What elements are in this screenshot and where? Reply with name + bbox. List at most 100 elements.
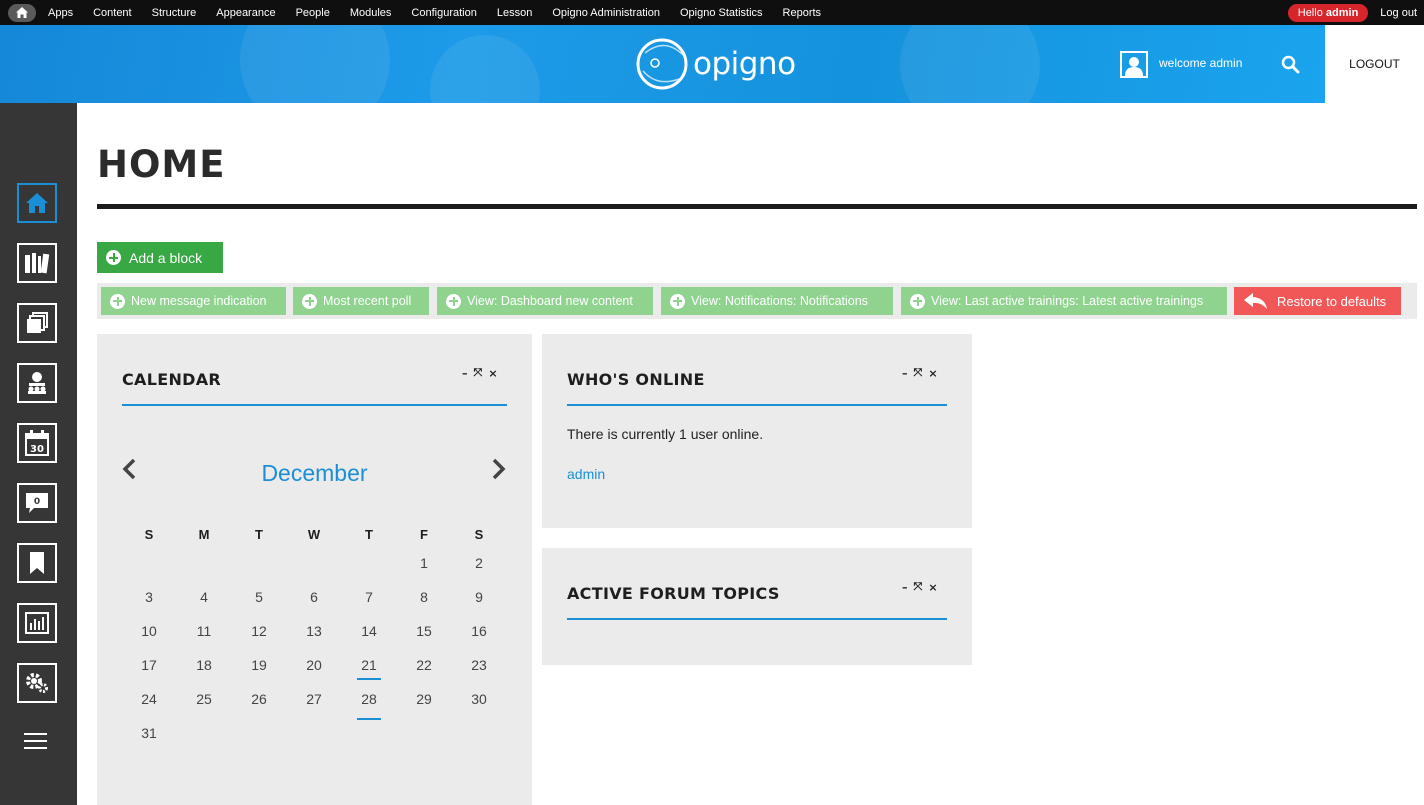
calendar-day[interactable]: 23	[464, 657, 494, 673]
panel-controls: – ⤧ ×	[462, 366, 498, 380]
calendar-day[interactable]: 8	[409, 589, 439, 605]
calendar-day[interactable]: 3	[134, 589, 164, 605]
weekday-header: S	[474, 527, 484, 542]
expand-icon[interactable]: ⤧	[474, 366, 483, 380]
weekday-header: T	[255, 527, 263, 542]
hello-prefix: Hello	[1297, 6, 1323, 19]
expand-icon[interactable]: ⤧	[914, 580, 923, 594]
user-avatar[interactable]	[1120, 51, 1148, 78]
calendar-day[interactable]: 9	[464, 589, 494, 605]
block-new-message-indication[interactable]: New message indication	[101, 287, 286, 315]
site-logo[interactable]: opigno	[635, 37, 796, 91]
expand-icon[interactable]: ⤧	[914, 366, 923, 380]
calendar-day[interactable]: 15	[409, 623, 439, 639]
home-icon	[26, 193, 48, 213]
calendar-day[interactable]: 16	[464, 623, 494, 639]
toolbar-structure[interactable]: Structure	[152, 7, 197, 19]
close-icon[interactable]: ×	[488, 367, 497, 380]
toolbar-apps[interactable]: Apps	[48, 7, 73, 19]
add-block-button[interactable]: Add a block	[97, 242, 223, 273]
restore-label: Restore to defaults	[1277, 293, 1387, 309]
block-notifications[interactable]: View: Notifications: Notifications	[661, 287, 893, 315]
toolbar-opigno-administration[interactable]: Opigno Administration	[552, 7, 660, 19]
calendar-day[interactable]: 14	[354, 623, 384, 639]
calendar-panel: CALENDAR – ⤧ × December SMTWTFS123456789…	[97, 334, 532, 805]
online-user-link[interactable]: admin	[567, 466, 605, 482]
calendar-day[interactable]: 19	[244, 657, 274, 673]
calendar-day[interactable]: 18	[189, 657, 219, 673]
calendar-day[interactable]: 29	[409, 691, 439, 707]
statistics-icon	[25, 612, 49, 634]
calendar-today[interactable]: 28	[354, 678, 384, 720]
minimize-icon[interactable]: –	[462, 367, 468, 380]
toolbar-appearance[interactable]: Appearance	[216, 7, 275, 19]
whos-online-panel: WHO'S ONLINE – ⤧ × There is currently 1 …	[542, 334, 972, 528]
calendar-day[interactable]: 30	[464, 691, 494, 707]
search-button[interactable]	[1281, 55, 1300, 78]
message-count: 0	[34, 497, 40, 507]
toolbar-opigno-statistics[interactable]: Opigno Statistics	[680, 7, 763, 19]
hello-user-badge[interactable]: Hello admin	[1287, 3, 1369, 22]
calendar-day[interactable]: 10	[134, 623, 164, 639]
sidebar-item-statistics[interactable]	[17, 603, 57, 643]
toolbar-modules[interactable]: Modules	[350, 7, 392, 19]
sidebar-item-documents[interactable]	[17, 303, 57, 343]
calendar-day[interactable]: 26	[244, 691, 274, 707]
calendar-day[interactable]: 22	[409, 657, 439, 673]
calendar-day[interactable]: 7	[354, 589, 384, 605]
welcome-text[interactable]: welcome admin	[1159, 56, 1242, 70]
weekday-header: F	[420, 527, 428, 542]
panel-title: WHO'S ONLINE	[567, 370, 705, 389]
sidebar-item-classroom[interactable]	[17, 363, 57, 403]
calendar-day[interactable]: 21	[354, 657, 384, 673]
sidebar-item-settings[interactable]	[17, 663, 57, 703]
sidebar-item-calendar[interactable]: 30	[17, 423, 57, 463]
site-header: opigno welcome admin	[0, 25, 1325, 103]
calendar-day[interactable]: 20	[299, 657, 329, 673]
block-most-recent-poll[interactable]: Most recent poll	[293, 287, 429, 315]
toolbar-configuration[interactable]: Configuration	[411, 7, 476, 19]
calendar-day[interactable]: 17	[134, 657, 164, 673]
calendar-day[interactable]: 6	[299, 589, 329, 605]
restore-defaults-button[interactable]: Restore to defaults	[1234, 287, 1401, 315]
block-dashboard-new-content[interactable]: View: Dashboard new content	[437, 287, 653, 315]
hamburger-icon[interactable]	[24, 733, 47, 754]
documents-icon	[27, 312, 48, 333]
sidebar-item-home[interactable]	[17, 183, 57, 223]
panel-title: CALENDAR	[122, 370, 222, 389]
calendar-day[interactable]: 11	[189, 623, 219, 639]
bookmark-icon	[30, 552, 44, 574]
toolbar-home-button[interactable]	[8, 3, 36, 22]
calendar-day[interactable]: 12	[244, 623, 274, 639]
calendar-day[interactable]: 24	[134, 691, 164, 707]
header-logout-button[interactable]: LOGOUT	[1325, 25, 1424, 103]
close-icon[interactable]: ×	[928, 581, 937, 594]
sidebar-item-bookmarks[interactable]	[17, 543, 57, 583]
toolbar-lesson[interactable]: Lesson	[497, 7, 532, 19]
calendar-day[interactable]: 1	[409, 555, 439, 571]
calendar-day[interactable]: 4	[189, 589, 219, 605]
today-label: 28	[357, 678, 381, 720]
title-divider	[97, 204, 1417, 209]
toolbar-content[interactable]: Content	[93, 7, 132, 19]
calendar-day[interactable]: 2	[464, 555, 494, 571]
calendar-day[interactable]: 31	[134, 725, 164, 741]
calendar-day[interactable]: 27	[299, 691, 329, 707]
calendar-day[interactable]: 13	[299, 623, 329, 639]
calendar-day[interactable]: 25	[189, 691, 219, 707]
toolbar-reports[interactable]: Reports	[783, 7, 822, 19]
opigno-logo-icon	[636, 38, 688, 90]
minimize-icon[interactable]: –	[902, 367, 908, 380]
sidebar-item-library[interactable]	[17, 243, 57, 283]
calendar-day[interactable]: 5	[244, 589, 274, 605]
toolbar-people[interactable]: People	[296, 7, 330, 19]
panel-divider	[567, 404, 947, 406]
settings-icon	[26, 673, 48, 693]
next-month-button[interactable]	[491, 458, 507, 484]
block-last-active-trainings[interactable]: View: Last active trainings: Latest acti…	[901, 287, 1227, 315]
minimize-icon[interactable]: –	[902, 581, 908, 594]
close-icon[interactable]: ×	[928, 367, 937, 380]
sidebar-item-messages[interactable]: 0	[17, 483, 57, 523]
toolbar-logout-link[interactable]: Log out	[1380, 7, 1417, 19]
page-title: HOME	[97, 143, 226, 186]
